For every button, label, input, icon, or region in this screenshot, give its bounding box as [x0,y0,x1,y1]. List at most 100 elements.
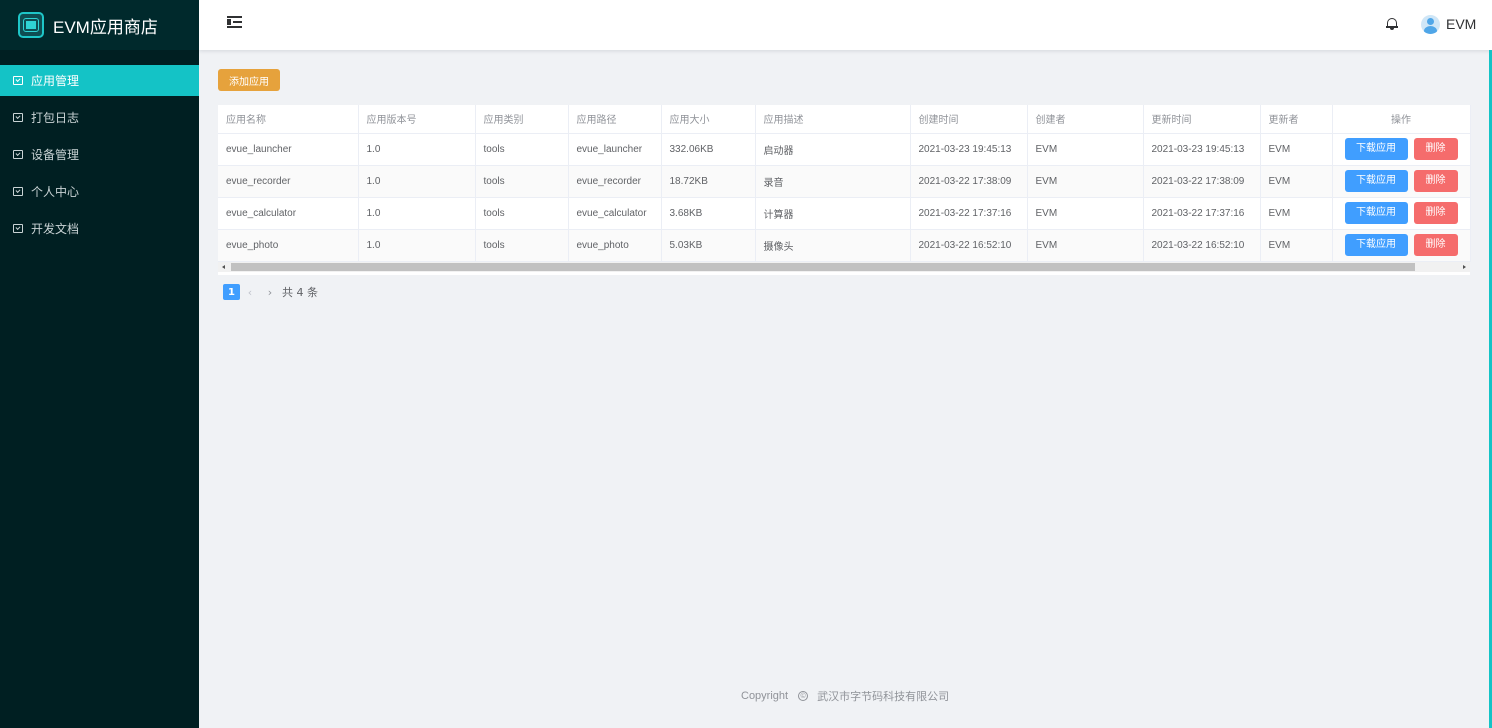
sidebar-item-label: 个人中心 [31,185,80,199]
cell-app-name: evue_calculator [218,197,359,230]
table-row: evue_recorder 1.0 tools evue_recorder 18… [218,165,1471,198]
cell-description: 录音 [755,165,911,198]
cell-creator: EVM [1027,165,1144,198]
cell-updated-at: 2021-03-22 17:37:16 [1143,197,1261,230]
monitor-icon [13,187,23,196]
cell-creator: EVM [1027,229,1144,262]
column-header: 应用大小 [661,105,756,134]
cell-created-at: 2021-03-22 17:38:09 [910,165,1028,198]
monitor-icon [13,150,23,159]
cell-updater: EVM [1260,229,1333,262]
sidebar-item-label: 设备管理 [31,148,80,162]
cell-updater: EVM [1260,197,1333,230]
cell-updated-at: 2021-03-22 16:52:10 [1143,229,1261,262]
scroll-right-icon[interactable] [1463,265,1466,269]
prev-page-icon[interactable]: ‹ [240,286,260,299]
cell-created-at: 2021-03-22 16:52:10 [910,229,1028,262]
cell-updater: EVM [1260,165,1333,198]
company-name: 武汉市字节码科技有限公司 [817,691,950,703]
delete-button[interactable]: 删除 [1413,170,1458,192]
delete-button[interactable]: 删除 [1413,234,1458,256]
delete-button[interactable]: 删除 [1413,202,1458,224]
total-count: 共 4 条 [282,286,318,299]
table-row: evue_photo 1.0 tools evue_photo 5.03KB 摄… [218,229,1471,262]
chip-logo-icon [18,12,44,38]
sidebar-item-app-management[interactable]: 应用管理 [0,65,199,96]
cell-category: tools [475,229,569,262]
download-app-button[interactable]: 下载应用 [1344,234,1408,256]
avatar[interactable] [1421,15,1440,34]
table-row: evue_launcher 1.0 tools evue_launcher 33… [218,133,1471,166]
app-table: 应用名称 应用版本号 应用类别 应用路径 应用大小 应用描述 创建时间 创建者 … [218,105,1471,275]
monitor-icon [13,113,23,122]
bell-icon[interactable] [1386,18,1398,30]
cell-category: tools [475,197,569,230]
footer: Copyright © 武汉市字节码科技有限公司 [741,688,949,704]
pagination: 1 ‹ › 共 4 条 [223,284,318,300]
cell-description: 启动器 [755,133,911,166]
sidebar-item-device-management[interactable]: 设备管理 [0,139,199,170]
cell-size: 332.06KB [661,133,756,166]
column-header: 应用类别 [475,105,569,134]
column-header: 更新时间 [1143,105,1261,134]
scroll-left-icon[interactable] [222,265,225,269]
cell-version: 1.0 [358,197,476,230]
delete-button[interactable]: 删除 [1413,138,1458,160]
sidebar-item-label: 打包日志 [31,111,80,125]
cell-path: evue_calculator [568,197,662,230]
cell-actions: 下载应用 删除 [1332,133,1471,166]
cell-category: tools [475,133,569,166]
sidebar-item-dev-docs[interactable]: 开发文档 [0,213,199,244]
cell-app-name: evue_launcher [218,133,359,166]
download-app-button[interactable]: 下载应用 [1344,202,1408,224]
next-page-icon[interactable]: › [260,286,280,299]
column-header: 应用版本号 [358,105,476,134]
cell-creator: EVM [1027,197,1144,230]
cell-size: 3.68KB [661,197,756,230]
cell-actions: 下载应用 删除 [1332,165,1471,198]
sidebar-item-build-log[interactable]: 打包日志 [0,102,199,133]
column-header: 应用路径 [568,105,662,134]
copyright-text: Copyright [741,690,789,702]
download-app-button[interactable]: 下载应用 [1344,170,1408,192]
column-header: 应用描述 [755,105,911,134]
cell-updated-at: 2021-03-23 19:45:13 [1143,133,1261,166]
sidebar-item-profile[interactable]: 个人中心 [0,176,199,207]
sidebar-item-label: 开发文档 [31,222,80,236]
cell-path: evue_recorder [568,165,662,198]
cell-version: 1.0 [358,133,476,166]
top-header: EVM [199,0,1492,50]
brand[interactable]: EVM应用商店 [0,0,199,50]
cell-category: tools [475,165,569,198]
copyright-icon: © [798,691,809,701]
add-app-button[interactable]: 添加应用 [218,69,280,91]
cell-updater: EVM [1260,133,1333,166]
cell-description: 摄像头 [755,229,911,262]
monitor-icon [13,76,23,85]
menu-fold-icon[interactable] [227,16,242,29]
download-app-button[interactable]: 下载应用 [1344,138,1408,160]
cell-size: 5.03KB [661,229,756,262]
column-header: 应用名称 [218,105,359,134]
column-header: 创建时间 [910,105,1028,134]
cell-size: 18.72KB [661,165,756,198]
username[interactable]: EVM [1446,16,1476,32]
cell-version: 1.0 [358,165,476,198]
cell-version: 1.0 [358,229,476,262]
page-number-current[interactable]: 1 [223,284,240,300]
table-header-row: 应用名称 应用版本号 应用类别 应用路径 应用大小 应用描述 创建时间 创建者 … [218,105,1471,134]
table-row: evue_calculator 1.0 tools evue_calculato… [218,197,1471,230]
scrollbar-thumb[interactable] [231,263,1415,271]
cell-path: evue_photo [568,229,662,262]
cell-actions: 下载应用 删除 [1332,197,1471,230]
column-header: 创建者 [1027,105,1144,134]
sidebar-item-label: 应用管理 [31,74,80,88]
cell-creator: EVM [1027,133,1144,166]
cell-description: 计算器 [755,197,911,230]
cell-app-name: evue_photo [218,229,359,262]
horizontal-scrollbar[interactable] [218,262,1470,272]
cell-updated-at: 2021-03-22 17:38:09 [1143,165,1261,198]
cell-path: evue_launcher [568,133,662,166]
monitor-icon [13,224,23,233]
brand-title: EVM应用商店 [53,17,158,37]
